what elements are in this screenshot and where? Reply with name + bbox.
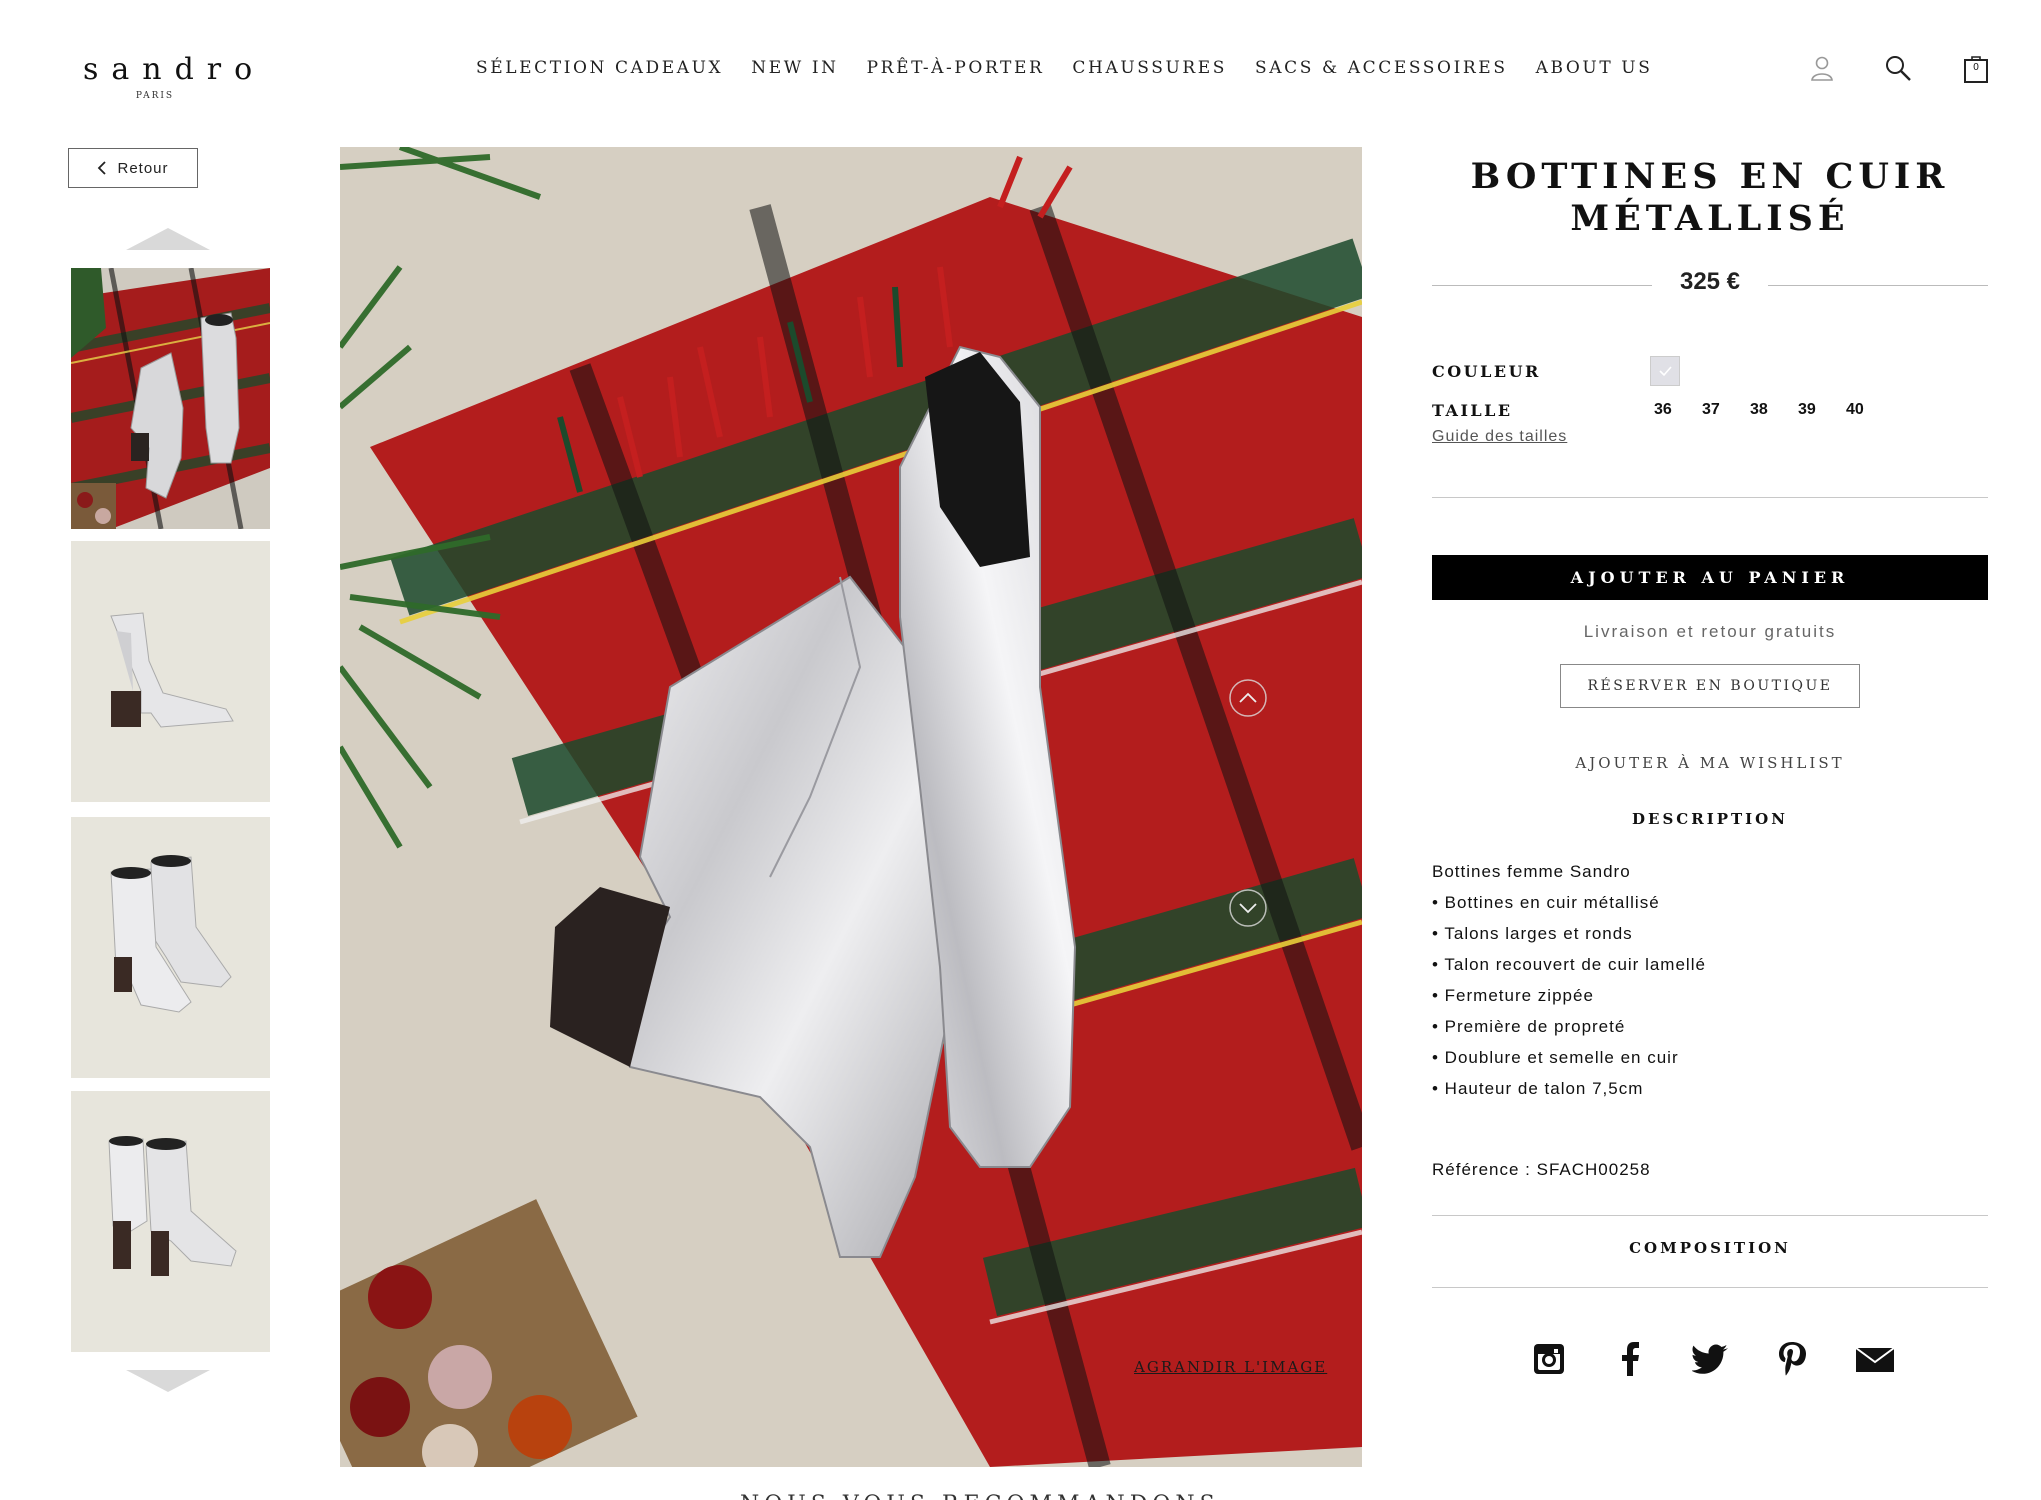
bag-icon[interactable]: 0 <box>1962 54 1990 83</box>
price-divider-left <box>1432 285 1652 286</box>
recommendations-heading: NOUS VOUS RECOMMANDONS <box>740 1492 1220 1500</box>
facebook-icon[interactable] <box>1612 1340 1650 1378</box>
image-next-chevron-down-icon[interactable] <box>1228 888 1268 928</box>
enlarge-image-link[interactable]: AGRANDIR L'IMAGE <box>1134 1358 1327 1376</box>
nav-item-pret-a-porter[interactable]: PRÊT-À-PORTER <box>867 58 1045 78</box>
chevron-left-icon <box>98 161 107 175</box>
size-option-37[interactable]: 37 <box>1702 401 1750 419</box>
size-option-39[interactable]: 39 <box>1798 401 1846 419</box>
divider <box>1432 1215 1988 1216</box>
pinterest-icon[interactable] <box>1773 1340 1811 1378</box>
size-selector: 36 37 38 39 40 <box>1654 401 1894 419</box>
color-label: COULEUR <box>1432 362 1541 381</box>
thumbnails-up-arrow-icon[interactable] <box>126 228 210 250</box>
description-line: • Talons larges et ronds <box>1432 924 1633 943</box>
email-icon[interactable] <box>1854 1340 1895 1378</box>
description-line: • Doublure et semelle en cuir <box>1432 1048 1679 1067</box>
description-line: • Hauteur de talon 7,5cm <box>1432 1079 1644 1098</box>
reserve-in-store-button[interactable]: RÉSERVER EN BOUTIQUE <box>1560 664 1860 708</box>
thumbnail-3[interactable] <box>71 817 270 1078</box>
divider <box>1432 497 1988 498</box>
divider <box>1432 1287 1988 1288</box>
thumbnail-1[interactable] <box>71 268 270 529</box>
description-line: • Talon recouvert de cuir lamellé <box>1432 955 1706 974</box>
description-heading: DESCRIPTION <box>1632 810 1788 828</box>
nav-item-chaussures[interactable]: CHAUSSURES <box>1072 58 1227 78</box>
main-product-image[interactable] <box>340 147 1362 1467</box>
nav-item-sacs-accessoires[interactable]: SACS & ACCESSOIRES <box>1255 58 1508 78</box>
nav-item-selection-cadeaux[interactable]: SÉLECTION CADEAUX <box>476 58 723 78</box>
brand-name: sandro <box>83 52 266 87</box>
bag-count: 0 <box>1973 62 1979 73</box>
back-button[interactable]: Retour <box>68 148 198 188</box>
color-swatch-silver[interactable] <box>1650 356 1680 386</box>
composition-toggle[interactable]: COMPOSITION <box>1432 1239 1988 1257</box>
description-line: • Première de propreté <box>1432 1017 1626 1036</box>
nav-item-about-us[interactable]: ABOUT US <box>1536 58 1653 78</box>
description-line: • Bottines en cuir métallisé <box>1432 893 1660 912</box>
product-title: BOTTINES EN CUIR MÉTALLISÉ <box>1470 156 1950 239</box>
twitter-icon[interactable] <box>1691 1340 1730 1378</box>
product-reference: Référence : SFACH00258 <box>1432 1160 1651 1179</box>
size-option-40[interactable]: 40 <box>1846 401 1894 419</box>
check-icon <box>1659 366 1672 377</box>
add-to-wishlist-link[interactable]: AJOUTER À MA WISHLIST <box>1432 754 1988 772</box>
size-option-36[interactable]: 36 <box>1654 401 1702 419</box>
image-prev-chevron-up-icon[interactable] <box>1228 678 1268 718</box>
user-icon[interactable] <box>1808 54 1836 82</box>
size-option-38[interactable]: 38 <box>1750 401 1798 419</box>
size-guide-link[interactable]: Guide des tailles <box>1432 428 1567 446</box>
product-price: 325 € <box>1679 268 1741 295</box>
nav-item-new-in[interactable]: NEW IN <box>751 58 838 78</box>
shipping-info: Livraison et retour gratuits <box>1583 622 1837 641</box>
size-label: TAILLE <box>1432 401 1513 420</box>
brand-logo[interactable]: sandro PARIS <box>70 52 266 101</box>
thumbnails-down-arrow-icon[interactable] <box>126 1370 210 1392</box>
add-to-cart-button[interactable]: AJOUTER AU PANIER <box>1432 555 1988 600</box>
description-line: • Fermeture zippée <box>1432 986 1594 1005</box>
description-line: Bottines femme Sandro <box>1432 862 1631 881</box>
thumbnail-4[interactable] <box>71 1091 270 1352</box>
brand-sub: PARIS <box>135 91 175 101</box>
thumbnail-2[interactable] <box>71 541 270 802</box>
description-list: Bottines femme Sandro • Bottines en cuir… <box>1432 862 1706 1110</box>
search-icon[interactable] <box>1884 54 1912 82</box>
instagram-icon[interactable] <box>1530 1340 1568 1378</box>
main-nav: SÉLECTION CADEAUX NEW IN PRÊT-À-PORTER C… <box>476 58 1680 78</box>
back-label: Retour <box>117 159 169 177</box>
price-divider-right <box>1768 285 1988 286</box>
